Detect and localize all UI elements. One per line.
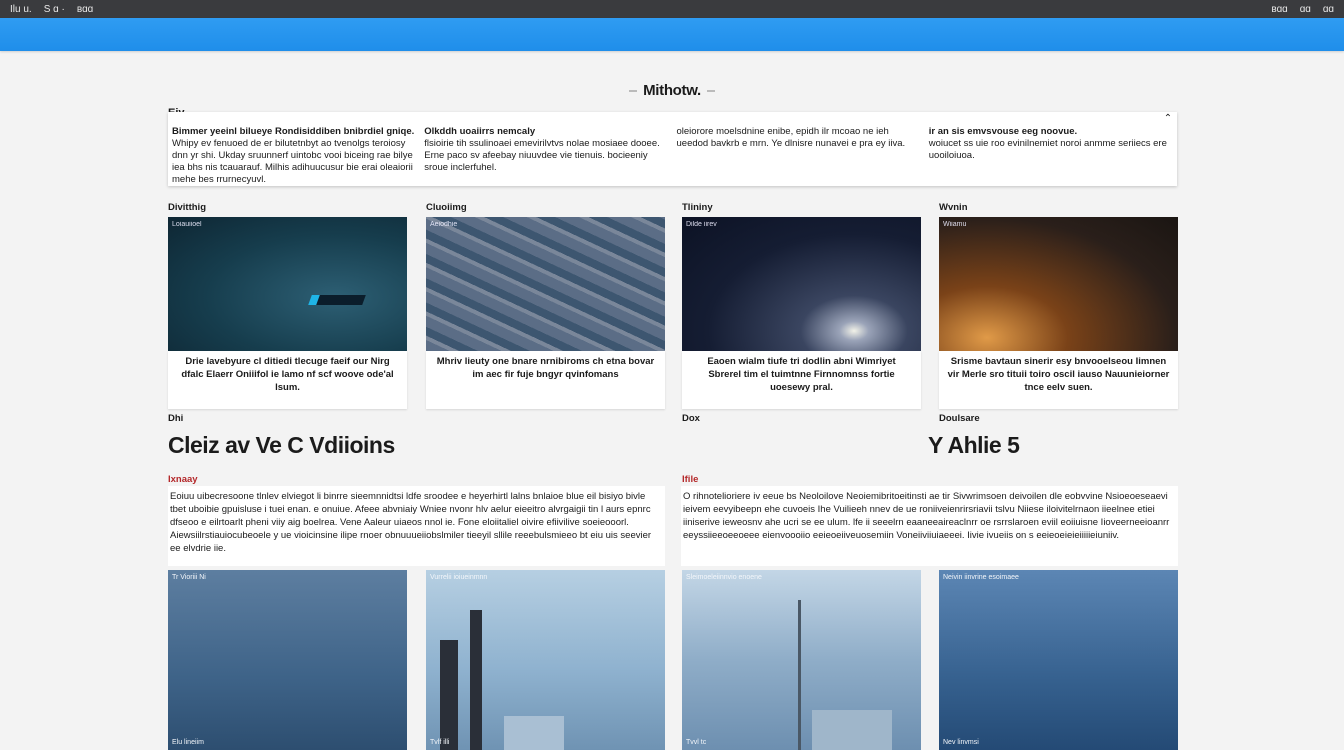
section-label: Doulsare bbox=[939, 413, 980, 424]
section-label: Dhi bbox=[168, 413, 184, 424]
tile-caption[interactable]: Eaoen wialm tiufe tri dodlin abni Wimriy… bbox=[682, 351, 921, 409]
system-bar: Ilu u. S ɑ · ʙɑɑ ʙɑɑ ɑɑ ɑɑ bbox=[0, 0, 1344, 18]
tile-category: Divitthig bbox=[168, 202, 206, 213]
section-heading: Cleiz av Ve C Vdiioins bbox=[168, 432, 395, 458]
article-text-block: O rihnotelioriere iv eeue bs Neoloilove … bbox=[681, 486, 1178, 566]
mast-shape bbox=[798, 600, 801, 750]
bottom-thumbnail[interactable]: Neivin iinvrine esoimaee Nev linvmsi bbox=[939, 570, 1178, 750]
thumbnail-overlay: Loiauiioel bbox=[172, 221, 202, 228]
thumbnail-overlay: Tr Vioriii Ni bbox=[172, 574, 206, 581]
section-heading: Y Ahlie 5 bbox=[928, 432, 1020, 458]
collapse-icon[interactable]: ⌃ bbox=[1163, 114, 1173, 124]
thumbnail-footer: Tvvl tc bbox=[686, 739, 707, 746]
tile-thumbnail[interactable]: Loiauiioel bbox=[168, 217, 407, 351]
thumbnail-overlay: Vurrelii ioiueinmnn bbox=[430, 574, 488, 581]
tile-thumbnail[interactable]: Dilde iirev bbox=[682, 217, 921, 351]
thumbnail-overlay: Wiiamu bbox=[943, 221, 967, 228]
article-tile[interactable]: Cluoiimg Aeiodhie Mhriv lieuty one bnare… bbox=[426, 202, 665, 409]
tower-shape bbox=[440, 640, 458, 750]
article-tile[interactable]: Tlininy Dilde iirev Eaoen wialm tiufe tr… bbox=[682, 202, 921, 409]
tile-thumbnail[interactable]: Aeiodhie bbox=[426, 217, 665, 351]
tower-shape bbox=[470, 610, 482, 750]
tile-category: Tlininy bbox=[682, 202, 713, 213]
article-text-block: Eoiuu uibecresoone tlnlev elviegot li bi… bbox=[168, 486, 665, 566]
intro-column: ir an sis emvsvouse eeg noovue. woiucet … bbox=[928, 126, 1167, 161]
thumbnail-footer: Elu lineiim bbox=[172, 739, 204, 746]
thumbnail-overlay: Dilde iirev bbox=[686, 221, 717, 228]
building-shape bbox=[812, 710, 892, 750]
header-accent-bar bbox=[0, 18, 1344, 51]
intro-card: ⌃ Bimmer yeeinl bilueye Rondisiddiben bn… bbox=[168, 112, 1177, 186]
thumbnail-overlay: Neivin iinvrine esoimaee bbox=[943, 574, 1019, 581]
thumbnail-footer: Nev linvmsi bbox=[943, 739, 979, 746]
thumbnail-overlay: Sleimoeleiinnvio enoene bbox=[686, 574, 762, 581]
article-tile[interactable]: Wvnin Wiiamu Srisme bavtaun sinerir esy … bbox=[939, 202, 1178, 409]
section-tag[interactable]: Ixnaay bbox=[168, 474, 198, 485]
sysbar-item[interactable]: ʙɑɑ bbox=[77, 4, 93, 15]
article-tile[interactable]: Divitthig Loiauiioel Drie lavebyure cl d… bbox=[168, 202, 407, 409]
section-label: Dox bbox=[682, 413, 700, 424]
sysbar-status[interactable]: ɑɑ bbox=[1300, 4, 1311, 15]
bottom-thumbnail[interactable]: Tr Vioriii Ni Elu lineiim bbox=[168, 570, 407, 750]
thumbnail-footer: Tvlf illi bbox=[430, 739, 450, 746]
tile-category: Cluoiimg bbox=[426, 202, 467, 213]
tile-caption[interactable]: Srisme bavtaun sinerir esy bnvooelseou I… bbox=[939, 351, 1178, 409]
tile-category: Wvnin bbox=[939, 202, 968, 213]
tile-caption[interactable]: Drie lavebyure cl ditiedi tlecuge faeif … bbox=[168, 351, 407, 409]
thumbnail-overlay: Aeiodhie bbox=[430, 221, 458, 228]
intro-column: oleiorore moelsdnine enibe, epidh ilr mc… bbox=[676, 126, 906, 149]
section-tag[interactable]: Ifile bbox=[682, 474, 698, 485]
intro-column: Olkddh uoaiirrs nemcaly flsioirie tih ss… bbox=[424, 126, 660, 173]
bottom-thumbnail[interactable]: Sleimoeleiinnvio enoene Tvvl tc bbox=[682, 570, 921, 750]
bottom-thumbnail[interactable]: Vurrelii ioiueinmnn Tvlf illi bbox=[426, 570, 665, 750]
tile-thumbnail[interactable]: Wiiamu bbox=[939, 217, 1178, 351]
sysbar-status[interactable]: ɑɑ bbox=[1323, 4, 1334, 15]
sysbar-item[interactable]: S ɑ · bbox=[44, 4, 65, 15]
intro-column: Bimmer yeeinl bilueye Rondisiddiben bnib… bbox=[172, 126, 415, 185]
sysbar-item[interactable]: Ilu u. bbox=[10, 4, 32, 15]
page-title: Mithotw. bbox=[0, 82, 1344, 99]
building-shape bbox=[504, 716, 564, 750]
sysbar-status[interactable]: ʙɑɑ bbox=[1271, 4, 1287, 15]
tile-caption[interactable]: Mhriv lieuty one bnare nrnibiroms ch etn… bbox=[426, 351, 665, 409]
